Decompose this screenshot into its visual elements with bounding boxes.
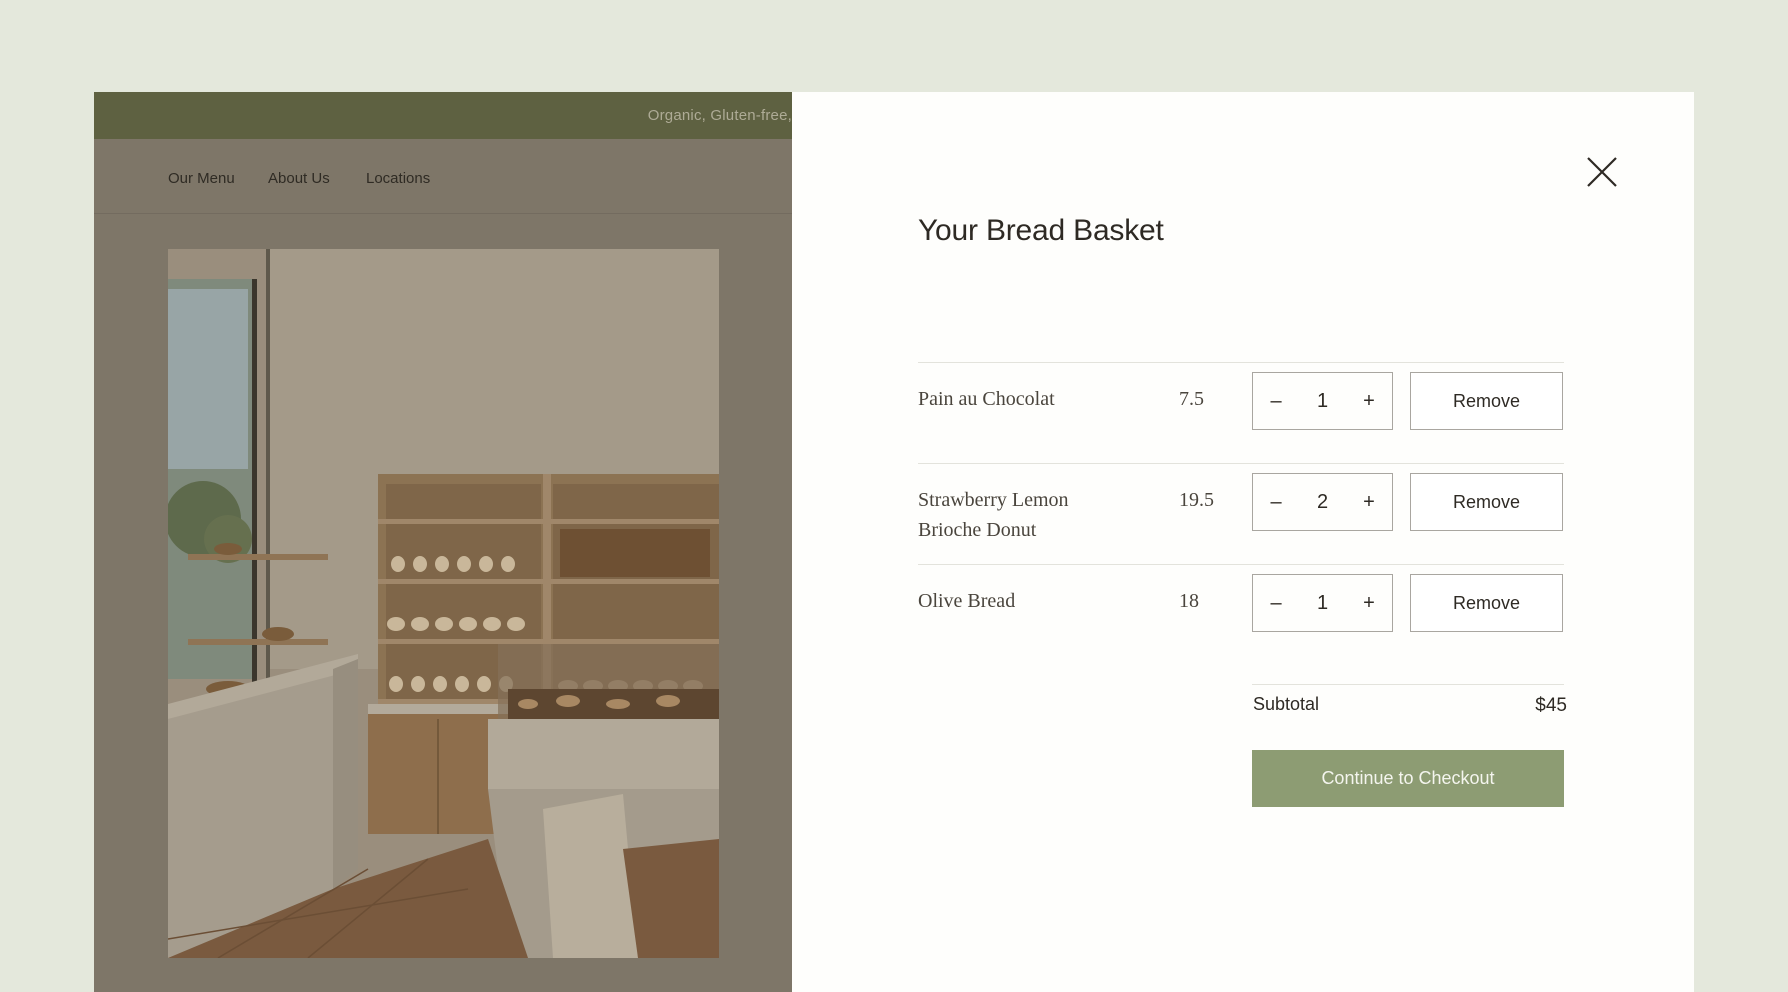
increment-button[interactable]: + [1346, 474, 1392, 530]
plus-icon: + [1363, 591, 1375, 614]
decrement-button[interactable]: – [1253, 373, 1299, 429]
announcement-bar: Organic, Gluten-free, [94, 92, 792, 139]
cart-item-price: 18 [1179, 590, 1199, 612]
plus-icon: + [1363, 490, 1375, 513]
main-nav: Our Menu About Us Locations [94, 139, 792, 214]
remove-item-button[interactable]: Remove [1410, 574, 1563, 632]
increment-button[interactable]: + [1346, 575, 1392, 631]
minus-icon: – [1270, 591, 1282, 614]
subtotal-value: $45 [1535, 695, 1567, 716]
quantity-stepper: – 1 + [1252, 574, 1393, 632]
nav-link-our-menu[interactable]: Our Menu [168, 170, 235, 187]
subtotal-divider [1252, 684, 1564, 685]
quantity-value[interactable]: 1 [1317, 592, 1328, 615]
decrement-button[interactable]: – [1253, 474, 1299, 530]
cart-drawer: Your Bread Basket Pain au Chocolat 7.5 –… [792, 92, 1694, 992]
remove-item-button[interactable]: Remove [1410, 473, 1563, 531]
quantity-stepper: – 2 + [1252, 473, 1393, 531]
row-divider [918, 564, 1564, 565]
browser-viewport: Organic, Gluten-free, Our Menu About Us … [94, 92, 1694, 992]
bakery-interior-photo [168, 249, 719, 958]
cart-item-name: Strawberry Lemon Brioche Donut [918, 489, 1069, 541]
plus-icon: + [1363, 389, 1375, 412]
announcement-text: Organic, Gluten-free, [647, 107, 792, 124]
increment-button[interactable]: + [1346, 373, 1392, 429]
remove-item-button[interactable]: Remove [1410, 372, 1563, 430]
nav-link-about-us[interactable]: About Us [268, 170, 330, 187]
cart-item-name: Olive Bread [918, 590, 1016, 612]
minus-icon: – [1270, 389, 1282, 412]
row-divider [918, 463, 1564, 464]
checkout-button[interactable]: Continue to Checkout [1252, 750, 1564, 807]
close-icon [1587, 157, 1617, 187]
quantity-value[interactable]: 2 [1317, 491, 1328, 514]
nav-link-locations[interactable]: Locations [366, 170, 430, 187]
cart-item-name: Pain au Chocolat [918, 388, 1055, 410]
close-cart-button[interactable] [1584, 154, 1620, 190]
page-overlay[interactable]: Organic, Gluten-free, Our Menu About Us … [94, 92, 792, 992]
quantity-stepper: – 1 + [1252, 372, 1393, 430]
cart-item-price: 7.5 [1179, 388, 1204, 410]
row-divider [918, 362, 1564, 363]
subtotal-label: Subtotal [1253, 694, 1320, 714]
minus-icon: – [1270, 490, 1282, 513]
cart-item-price: 19.5 [1179, 489, 1214, 511]
quantity-value[interactable]: 1 [1317, 390, 1328, 413]
cart-title: Your Bread Basket [918, 214, 1164, 247]
decrement-button[interactable]: – [1253, 575, 1299, 631]
